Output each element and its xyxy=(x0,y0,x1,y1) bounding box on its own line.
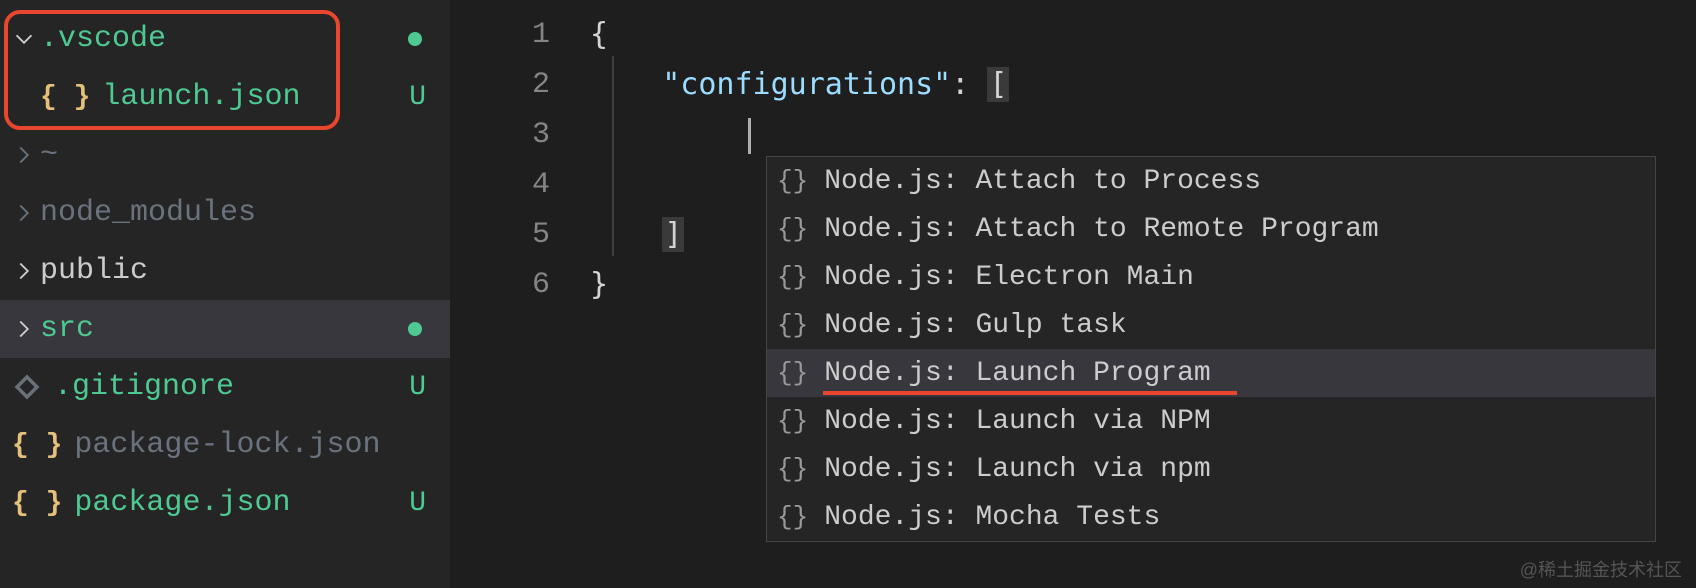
folder-public[interactable]: public xyxy=(0,242,450,300)
untracked-badge: U xyxy=(409,488,426,519)
snippet-icon: {} xyxy=(777,358,808,388)
file-launch-json[interactable]: { } launch.json U xyxy=(0,68,450,126)
suggest-item-attach-remote[interactable]: {} Node.js: Attach to Remote Program xyxy=(767,205,1655,253)
folder-vscode[interactable]: .vscode xyxy=(0,10,450,68)
untracked-badge: U xyxy=(409,372,426,403)
line-number: 6 xyxy=(450,260,550,310)
snippet-icon: {} xyxy=(777,310,808,340)
folder-label: ~ xyxy=(40,138,58,172)
suggest-label: Node.js: Gulp task xyxy=(824,310,1126,341)
suggest-item-launch-npm-lower[interactable]: {} Node.js: Launch via npm xyxy=(767,445,1655,493)
line-number: 4 xyxy=(450,160,550,210)
modified-dot-icon xyxy=(408,322,422,336)
suggest-label: Node.js: Launch Program xyxy=(824,358,1210,389)
suggest-item-attach-process[interactable]: {} Node.js: Attach to Process xyxy=(767,157,1655,205)
snippet-icon: {} xyxy=(777,166,808,196)
file-label: package-lock.json xyxy=(74,428,380,462)
line-number: 3 xyxy=(450,110,550,160)
folder-src[interactable]: src xyxy=(0,300,450,358)
folder-tilde[interactable]: ~ xyxy=(0,126,450,184)
suggest-label: Node.js: Attach to Process xyxy=(824,166,1261,197)
annotation-underline xyxy=(823,391,1237,395)
file-label: package.json xyxy=(74,486,290,520)
snippet-icon: {} xyxy=(777,262,808,292)
snippet-icon: {} xyxy=(777,502,808,532)
folder-label: public xyxy=(40,254,148,288)
snippet-icon: {} xyxy=(777,454,808,484)
code-line-1: { xyxy=(590,10,1696,60)
code-content[interactable]: { "configurations": [ ] } {} Node.js: At… xyxy=(590,0,1696,588)
suggest-label: Node.js: Launch via npm xyxy=(824,454,1210,485)
line-number: 1 xyxy=(450,10,550,60)
indent-guide xyxy=(612,56,614,256)
watermark-text: @稀土掘金技术社区 xyxy=(1520,556,1682,582)
code-line-3 xyxy=(590,110,1696,160)
file-gitignore[interactable]: .gitignore U xyxy=(0,358,450,416)
code-editor[interactable]: 1 2 3 4 5 6 { "configurations": [ ] } {}… xyxy=(450,0,1696,588)
suggest-label: Node.js: Attach to Remote Program xyxy=(824,214,1379,245)
snippet-icon: {} xyxy=(777,406,808,436)
suggest-item-launch-npm-upper[interactable]: {} Node.js: Launch via NPM xyxy=(767,397,1655,445)
folder-node-modules[interactable]: node_modules xyxy=(0,184,450,242)
json-file-icon: { } xyxy=(12,488,62,519)
code-line-2: "configurations": [ xyxy=(590,60,1696,110)
modified-dot-icon xyxy=(408,32,422,46)
suggest-item-gulp-task[interactable]: {} Node.js: Gulp task xyxy=(767,301,1655,349)
file-package-json[interactable]: { } package.json U xyxy=(0,474,450,532)
untracked-badge: U xyxy=(409,82,426,113)
line-number: 2 xyxy=(450,60,550,110)
file-label: .gitignore xyxy=(54,370,234,404)
file-explorer-sidebar: .vscode { } launch.json U ~ node_modules… xyxy=(0,0,450,588)
json-file-icon: { } xyxy=(12,430,62,461)
suggest-label: Node.js: Electron Main xyxy=(824,262,1194,293)
folder-label: src xyxy=(40,312,94,346)
chevron-right-icon xyxy=(12,201,36,225)
text-cursor xyxy=(748,118,751,154)
snippet-icon: {} xyxy=(777,214,808,244)
intellisense-popup: {} Node.js: Attach to Process {} Node.js… xyxy=(766,156,1656,542)
json-file-icon: { } xyxy=(40,82,90,113)
folder-label: .vscode xyxy=(40,22,166,56)
suggest-label: Node.js: Mocha Tests xyxy=(824,502,1160,533)
chevron-down-icon xyxy=(12,27,36,51)
file-package-lock-json[interactable]: { } package-lock.json xyxy=(0,416,450,474)
suggest-label: Node.js: Launch via NPM xyxy=(824,406,1210,437)
suggest-item-electron-main[interactable]: {} Node.js: Electron Main xyxy=(767,253,1655,301)
suggest-item-launch-program[interactable]: {} Node.js: Launch Program xyxy=(767,349,1655,397)
suggest-item-mocha-tests[interactable]: {} Node.js: Mocha Tests xyxy=(767,493,1655,541)
line-number-gutter: 1 2 3 4 5 6 xyxy=(450,0,590,588)
chevron-right-icon xyxy=(12,259,36,283)
chevron-right-icon xyxy=(12,143,36,167)
folder-label: node_modules xyxy=(40,196,256,230)
file-label: launch.json xyxy=(102,80,300,114)
git-file-icon xyxy=(12,372,42,402)
line-number: 5 xyxy=(450,210,550,260)
chevron-right-icon xyxy=(12,317,36,341)
